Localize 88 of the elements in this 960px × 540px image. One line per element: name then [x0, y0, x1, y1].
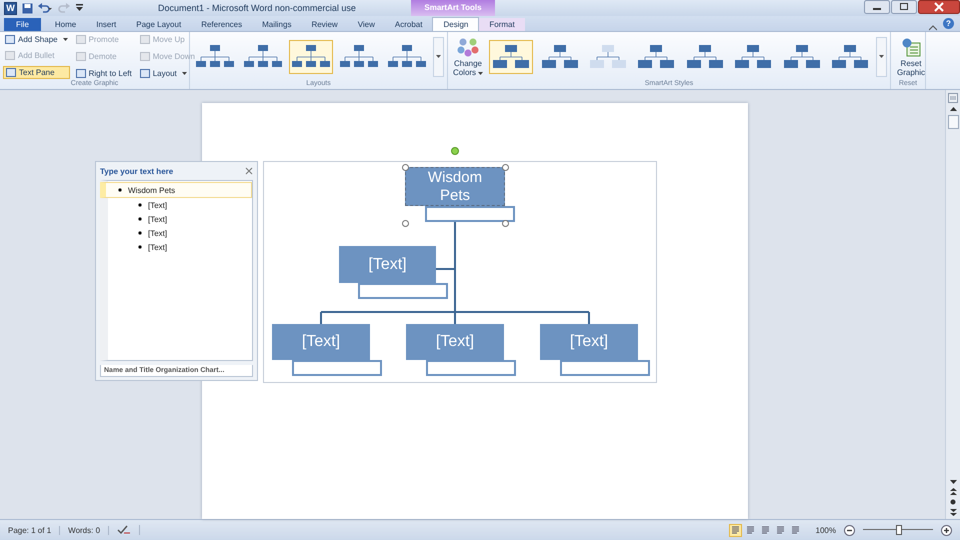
- save-icon[interactable]: [22, 2, 33, 14]
- selection-handle[interactable]: [402, 220, 409, 227]
- previous-page-icon[interactable]: [950, 488, 956, 495]
- ribbon-tab[interactable]: Design: [432, 17, 480, 31]
- bullet-text: Wisdom Pets: [128, 186, 176, 194]
- command-icon: [76, 52, 86, 61]
- ribbon-command-button[interactable]: Add Shape: [3, 34, 70, 45]
- bullet-text: [Text]: [148, 242, 168, 252]
- layout-thumbnail[interactable]: [289, 40, 334, 74]
- title-text-box[interactable]: [560, 360, 650, 376]
- customize-toolbar-icon[interactable]: [76, 4, 83, 12]
- rotation-handle[interactable]: [451, 147, 459, 155]
- ribbon-tab[interactable]: Home: [44, 18, 86, 31]
- word-app-icon[interactable]: W: [4, 2, 17, 14]
- bullet-icon: [138, 231, 142, 235]
- selection-handle[interactable]: [502, 220, 509, 227]
- title-text-box[interactable]: [426, 360, 516, 376]
- document-view-icon: [760, 526, 770, 534]
- bullet-icon: [138, 217, 142, 221]
- command-icon: [140, 69, 150, 78]
- view-button[interactable]: [728, 524, 742, 536]
- bullet-item[interactable]: [Text]: [108, 240, 252, 254]
- bullet-item[interactable]: [Text]: [108, 198, 252, 212]
- change-colors-button[interactable]: Change Colors: [451, 36, 485, 76]
- ribbon-command-button[interactable]: Right to Left: [74, 68, 134, 79]
- ribbon-tab[interactable]: Format: [479, 18, 525, 31]
- document-view-icon: [790, 526, 800, 534]
- zoom-slider-thumb[interactable]: [896, 525, 902, 535]
- ribbon-tab[interactable]: References: [191, 18, 252, 31]
- bullet-icon: [138, 245, 142, 249]
- scroll-down-icon[interactable]: [950, 480, 956, 484]
- command-icon: [140, 52, 150, 61]
- command-icon: [76, 69, 86, 78]
- zoom-level[interactable]: 100%: [816, 526, 836, 534]
- next-page-icon[interactable]: [950, 509, 956, 516]
- close-icon[interactable]: [918, 0, 960, 14]
- document-view-icon: [746, 526, 755, 534]
- ruler-icon[interactable]: [948, 93, 958, 103]
- minimize-ribbon-icon[interactable]: [929, 25, 937, 31]
- smartart-tools-header: SmartArt Tools: [411, 0, 495, 16]
- zoom-in-icon[interactable]: [941, 524, 952, 536]
- text-pane-title: Type your text here: [100, 166, 174, 176]
- ribbon-command-button[interactable]: Layout: [138, 68, 197, 79]
- scroll-thumb[interactable]: [948, 115, 958, 129]
- command-icon: [76, 35, 86, 44]
- style-thumbnail[interactable]: [489, 40, 534, 74]
- bullet-item[interactable]: [Text]: [108, 212, 252, 226]
- scroll-up-icon[interactable]: [950, 107, 956, 111]
- title-text-box[interactable]: [358, 283, 448, 299]
- browse-object-icon[interactable]: [950, 499, 956, 505]
- undo-icon[interactable]: [38, 2, 52, 14]
- ribbon-command-button[interactable]: Text Pane: [3, 66, 70, 79]
- bullet-text: [Text]: [148, 214, 168, 224]
- vertical-scrollbar[interactable]: [945, 90, 960, 519]
- ribbon-tab[interactable]: Review: [301, 18, 348, 31]
- close-icon[interactable]: [245, 167, 253, 175]
- document-view-icon: [776, 526, 785, 534]
- reset-graphic-icon: [901, 36, 921, 56]
- document-view-icon: [730, 526, 740, 534]
- window-title: Document1 - Microsoft Word non-commercial use: [158, 3, 356, 13]
- maximize-icon[interactable]: [891, 0, 917, 14]
- selection-handle[interactable]: [502, 164, 509, 171]
- title-text-box[interactable]: [292, 360, 382, 376]
- bullet-icon: [138, 203, 142, 207]
- command-icon: [140, 35, 150, 44]
- ribbon-tab[interactable]: Insert: [86, 18, 126, 31]
- title-text-box[interactable]: [425, 206, 515, 222]
- ribbon-tab[interactable]: Mailings: [252, 18, 302, 31]
- zoom-out-icon[interactable]: [844, 524, 855, 536]
- reset-graphic-button[interactable]: Reset Graphic: [894, 36, 928, 76]
- bullet-text: [Text]: [148, 228, 168, 238]
- bullet-item[interactable]: Wisdom Pets: [100, 182, 252, 198]
- caret-icon: [436, 55, 442, 58]
- ribbon-tab[interactable]: Page Layout: [126, 18, 192, 31]
- bullet-icon: [118, 188, 122, 192]
- bullet-text: [Text]: [148, 200, 168, 210]
- ribbon-tab[interactable]: Acrobat: [384, 18, 432, 31]
- help-button[interactable]: ?: [943, 18, 954, 29]
- bullet-item[interactable]: [Text]: [108, 226, 252, 240]
- ribbon-tab[interactable]: View: [348, 18, 385, 31]
- minimize-icon[interactable]: [864, 0, 890, 14]
- color-dots-icon: [457, 36, 479, 56]
- proofing-icon[interactable]: [117, 525, 140, 535]
- word-count[interactable]: Words: 0: [68, 526, 110, 534]
- caret-icon: [879, 55, 884, 58]
- page-count[interactable]: Page: 1 of 1: [8, 526, 60, 534]
- ribbon-tab[interactable]: File: [4, 18, 41, 31]
- selection-handle[interactable]: [402, 164, 409, 171]
